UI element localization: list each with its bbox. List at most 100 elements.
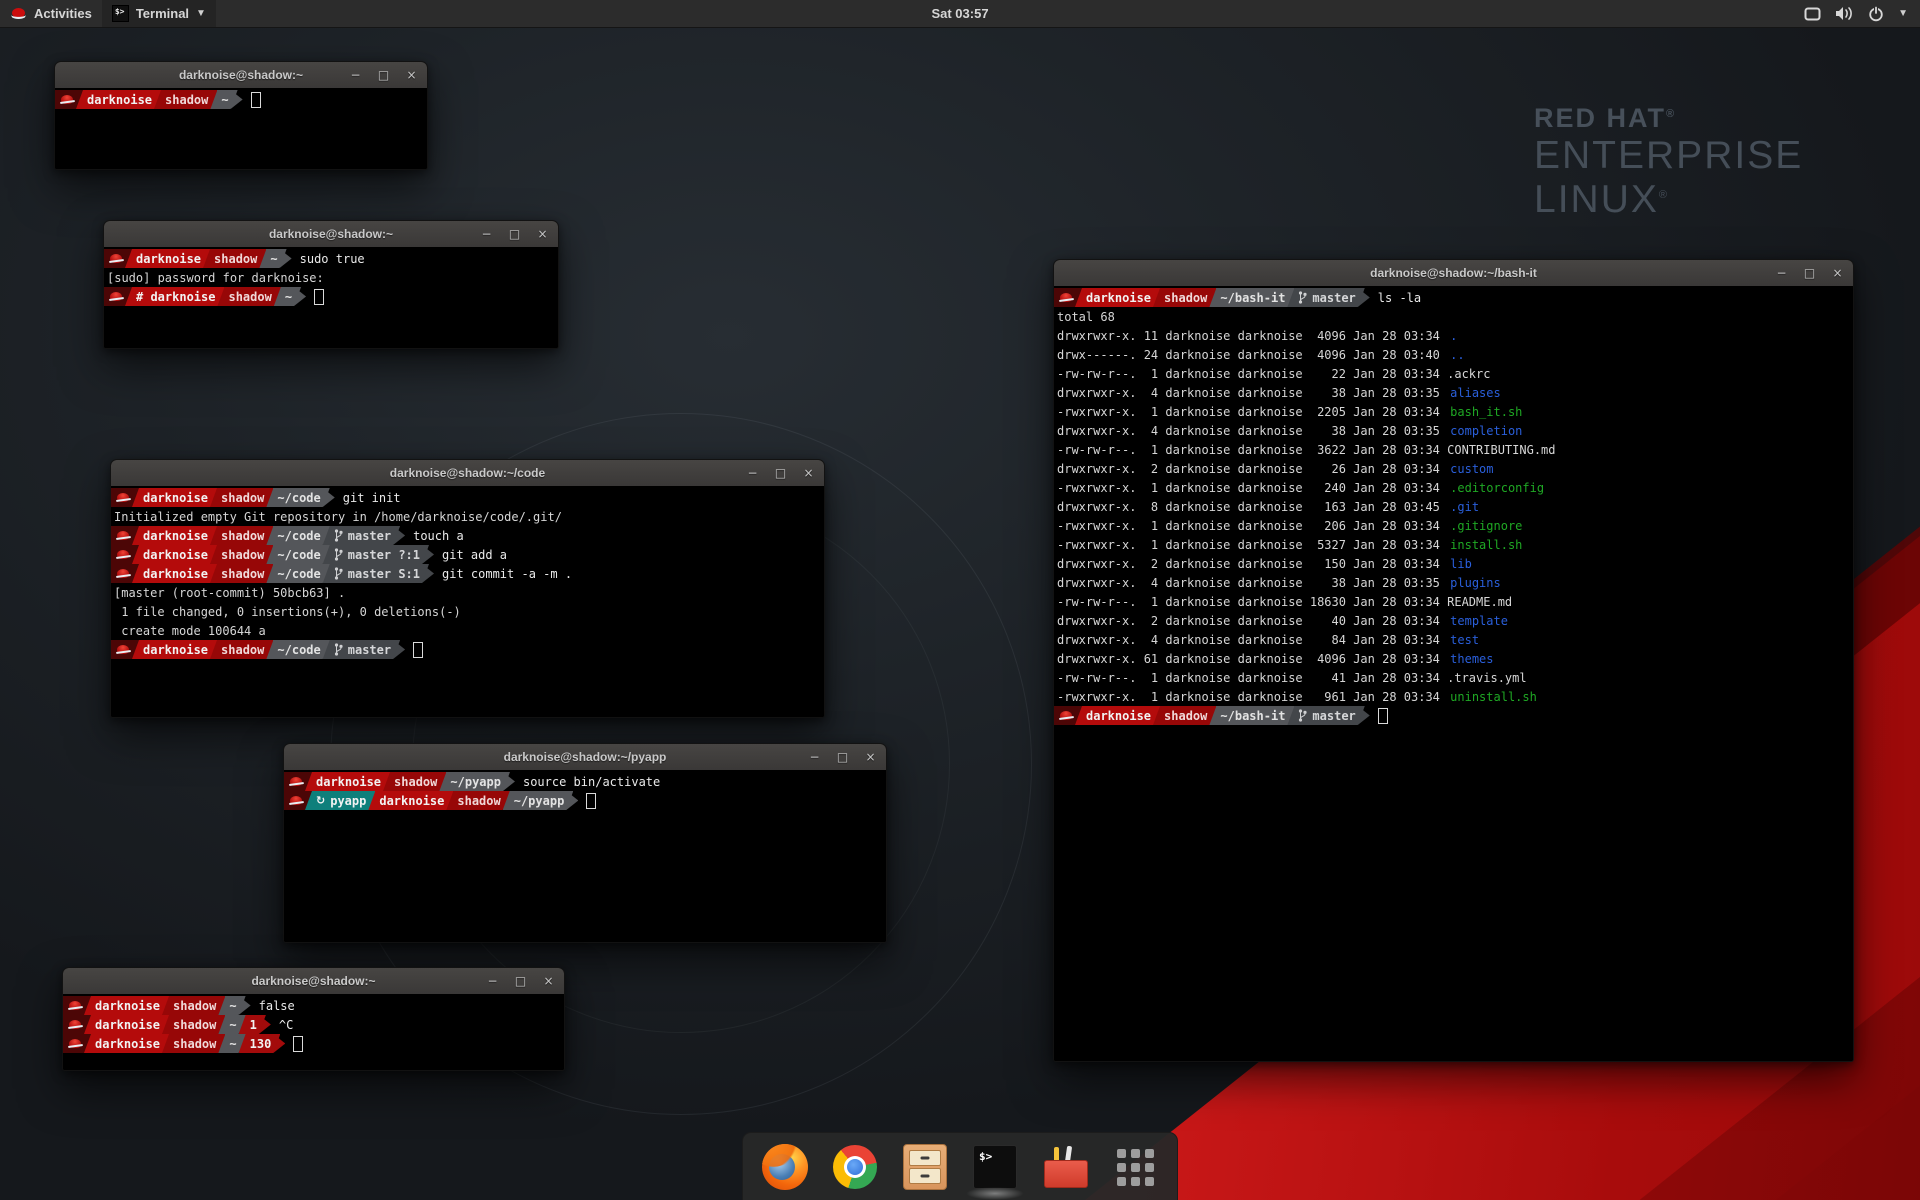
close-button[interactable]: × — [405, 68, 418, 82]
close-button[interactable]: × — [864, 750, 877, 764]
output-text: -rwxrwxr-x. 1 darknoise darknoise 5327 J… — [1054, 538, 1447, 552]
command-text: ^C — [279, 1018, 293, 1032]
prompt-segment-venv: ↻pyapp — [305, 791, 375, 810]
file-cabinet-icon — [903, 1144, 947, 1190]
desktop: RED HAT® ENTERPRISE LINUX® Activities $>… — [0, 0, 1920, 1200]
terminal-content[interactable]: darknoiseshadow~sudo true[sudo] password… — [104, 247, 558, 348]
prompt-segment-host: shadow — [446, 791, 509, 810]
output-text: drwx------. 24 darknoise darknoise 4096 … — [1054, 348, 1447, 362]
prompt-segment-user: darknoise — [132, 526, 217, 545]
terminal-content[interactable]: darknoiseshadow~/pyappsource bin/activat… — [284, 770, 886, 942]
terminal-line: drwxrwxr-x. 4 darknoise darknoise 38 Jan… — [1054, 383, 1853, 402]
window-titlebar[interactable]: darknoise@shadow:~/pyapp − □ × — [284, 744, 886, 771]
activities-label: Activities — [34, 6, 92, 21]
terminal-cursor — [314, 289, 324, 305]
window-titlebar[interactable]: darknoise@shadow:~ − □ × — [55, 62, 427, 89]
terminal-line: drwxrwxr-x. 2 darknoise darknoise 40 Jan… — [1054, 611, 1853, 630]
terminal-window-exitcodes: darknoise@shadow:~ − □ × darknoiseshadow… — [62, 967, 565, 1071]
close-button[interactable]: × — [542, 974, 555, 988]
terminal-line: -rw-rw-r--. 1 darknoise darknoise 22 Jan… — [1054, 364, 1853, 383]
window-title: darknoise@shadow:~/pyapp — [504, 750, 667, 764]
terminal-content[interactable]: darknoiseshadow~falsedarknoiseshadow~1^C… — [63, 994, 564, 1070]
dock-item-terminal[interactable]: $> — [971, 1143, 1019, 1191]
terminal-line: drwxrwxr-x. 4 darknoise darknoise 38 Jan… — [1054, 573, 1853, 592]
window-titlebar[interactable]: darknoise@shadow:~/bash-it − □ × — [1054, 260, 1853, 287]
redhat-logo-icon — [10, 7, 27, 20]
terminal-line: [master (root-commit) 50bcb63] . — [111, 583, 824, 602]
close-button[interactable]: × — [1831, 266, 1844, 280]
prompt-segment-user: darknoise — [84, 996, 169, 1015]
output-text: 1 file changed, 0 insertions(+), 0 delet… — [111, 605, 461, 619]
prompt-segment-host: shadow — [162, 996, 225, 1015]
window-titlebar[interactable]: darknoise@shadow:~/code − □ × — [111, 460, 824, 487]
minimize-button[interactable]: − — [349, 68, 362, 82]
prompt-segment-git: master — [1287, 706, 1364, 725]
minimize-button[interactable]: − — [486, 974, 499, 988]
command-text: git add a — [442, 548, 507, 562]
terminal-line: darknoiseshadow~/code git init — [111, 488, 824, 507]
focused-app-menu[interactable]: $> Terminal ▼ — [102, 0, 216, 27]
prompt-segment-user: darknoise — [132, 488, 217, 507]
prompt-segment-path: ~/bash-it — [1209, 288, 1294, 307]
dock-item-files[interactable] — [901, 1143, 949, 1191]
command-text: touch a — [413, 529, 464, 543]
terminal-line: -rwxrwxr-x. 1 darknoise darknoise 2205 J… — [1054, 402, 1853, 421]
minimize-button[interactable]: − — [746, 466, 759, 480]
terminal-content[interactable]: darknoiseshadow~/bash-itmasterls -latota… — [1054, 286, 1853, 1061]
minimize-button[interactable]: − — [1775, 266, 1788, 280]
maximize-button[interactable]: □ — [377, 68, 390, 82]
terminal-cursor — [293, 1036, 303, 1052]
minimize-button[interactable]: − — [480, 227, 493, 241]
screen-icon — [1804, 7, 1821, 21]
close-button[interactable]: × — [536, 227, 549, 241]
prompt-segment-host: shadow — [210, 545, 273, 564]
terminal-window-home-small: darknoise@shadow:~ − □ × darknoiseshadow… — [54, 61, 428, 170]
prompt-segment-user: darknoise — [132, 640, 217, 659]
maximize-button[interactable]: □ — [774, 466, 787, 480]
maximize-button[interactable]: □ — [514, 974, 527, 988]
dock-item-firefox[interactable] — [761, 1143, 809, 1191]
output-text: -rw-rw-r--. 1 darknoise darknoise 3622 J… — [1054, 443, 1556, 457]
clock[interactable]: Sat 03:57 — [931, 6, 988, 21]
dock-item-app-grid[interactable] — [1111, 1143, 1159, 1191]
system-status-area[interactable]: ▼ — [1798, 0, 1914, 27]
prompt-segment-host: shadow — [1153, 706, 1216, 725]
terminal-line: darknoiseshadow~ — [55, 90, 427, 109]
maximize-button[interactable]: □ — [508, 227, 521, 241]
terminal-line: drwx------. 24 darknoise darknoise 4096 … — [1054, 345, 1853, 364]
prompt-segment-host: shadow — [210, 526, 273, 545]
close-button[interactable]: × — [802, 466, 815, 480]
chevron-down-icon: ▼ — [196, 8, 206, 19]
power-icon — [1868, 6, 1884, 22]
terminal-content[interactable]: darknoiseshadow~ — [55, 88, 427, 169]
maximize-button[interactable]: □ — [836, 750, 849, 764]
output-text: completion — [1447, 424, 1522, 438]
running-app-glow — [966, 1187, 1024, 1200]
prompt-segment-path: ~/code — [266, 526, 329, 545]
command-text: git init — [343, 491, 401, 505]
prompt-segment-host: shadow — [210, 488, 273, 507]
prompt-segment-user: darknoise — [76, 90, 161, 109]
prompt-segment-host: shadow — [162, 1034, 225, 1053]
venv-icon: ↻ — [316, 794, 325, 807]
terminal-window-code: darknoise@shadow:~/code − □ × darknoises… — [110, 459, 825, 718]
dock-item-chrome[interactable] — [831, 1143, 879, 1191]
window-titlebar[interactable]: darknoise@shadow:~ − □ × — [104, 221, 558, 248]
activities-button[interactable]: Activities — [0, 0, 102, 27]
chevron-down-icon: ▼ — [1898, 8, 1908, 19]
maximize-button[interactable]: □ — [1803, 266, 1816, 280]
command-text: false — [259, 999, 295, 1013]
terminal-content[interactable]: darknoiseshadow~/codegit initInitialized… — [111, 486, 824, 717]
prompt-segment-host: shadow — [154, 90, 217, 109]
prompt-segment-host: shadow — [217, 287, 280, 306]
window-titlebar[interactable]: darknoise@shadow:~ − □ × — [63, 968, 564, 995]
dock-item-toolbox[interactable] — [1041, 1143, 1089, 1191]
terminal-line: drwxrwxr-x. 4 darknoise darknoise 84 Jan… — [1054, 630, 1853, 649]
minimize-button[interactable]: − — [808, 750, 821, 764]
window-title: darknoise@shadow:~/code — [390, 466, 545, 480]
prompt-segment-path: ~/code — [266, 488, 329, 507]
output-text: test — [1447, 633, 1479, 647]
prompt-segment-path: ~/code — [266, 640, 329, 659]
output-text: drwxrwxr-x. 61 darknoise darknoise 4096 … — [1054, 652, 1447, 666]
prompt-segment-exit: 130 — [239, 1034, 281, 1053]
